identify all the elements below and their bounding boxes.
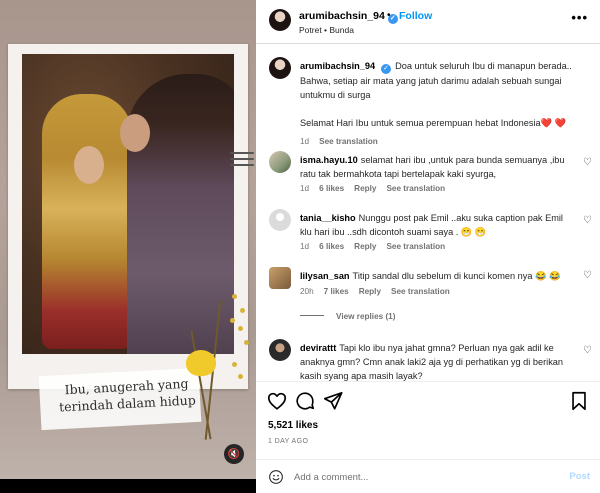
bride-face — [74, 146, 104, 184]
reply-button[interactable]: Reply — [359, 287, 381, 296]
post-date: 1 DAY AGO — [268, 438, 309, 445]
separator-dot: • — [387, 10, 391, 21]
comment-username[interactable]: lilysan_san — [300, 271, 350, 281]
comment-meta: 1d 6 likes Reply See translation — [300, 184, 455, 193]
view-replies-button[interactable]: View replies (1) — [300, 312, 395, 321]
author-avatar[interactable] — [269, 57, 291, 79]
comment-bubble-icon[interactable] — [294, 390, 316, 412]
comment-composer: Post — [256, 459, 600, 493]
comment-age: 20h — [300, 287, 314, 296]
likes-count[interactable]: 5,521 likes — [268, 420, 318, 431]
comment-text: isma.hayu.10 selamat hari ibu ,untuk para… — [300, 153, 576, 181]
comment-username[interactable]: tania__kisho — [300, 213, 356, 223]
caption-body-2: Selamat Hari Ibu untuk semua perempuan h… — [300, 118, 566, 128]
comment-likes[interactable]: 6 likes — [319, 242, 344, 251]
speaker-muted-icon: 🔇 — [227, 448, 241, 460]
comment-text: lilysan_san Titip sandal dlu sebelum di k… — [300, 269, 576, 283]
comment-body: Tapi klo ibu nya jahat gmna? Perluan nya… — [300, 343, 564, 381]
caption-age: 1d — [300, 137, 310, 146]
post-details-panel: arumibachsin_94 ✓ • Follow Potret • Bunda… — [256, 0, 600, 493]
comment-text: tania__kisho Nunggu post pak Emil ..aku s… — [300, 211, 576, 239]
comment-meta: 1d 6 likes Reply See translation — [300, 242, 455, 251]
commenter-avatar[interactable] — [269, 151, 291, 173]
like-heart-icon[interactable] — [266, 390, 288, 412]
verified-badge-icon: ✓ — [381, 64, 392, 74]
post-header: arumibachsin_94 ✓ • Follow Potret • Bunda… — [256, 0, 600, 44]
like-comment-heart-icon[interactable]: ♡ — [583, 345, 592, 356]
comments-list[interactable]: arumibachsin_94 ✓ Doa untuk seluruh Ibu di… — [256, 45, 600, 381]
add-comment-input[interactable] — [294, 468, 554, 486]
see-translation-link[interactable]: See translation — [319, 137, 378, 146]
comment-meta: 20h 7 likes Reply See translation — [300, 287, 460, 296]
comment-age: 1d — [300, 242, 310, 251]
share-plane-icon[interactable] — [322, 390, 344, 412]
see-translation-link[interactable]: See translation — [386, 242, 445, 251]
author-username[interactable]: arumibachsin_94 — [299, 10, 385, 22]
bride-figure — [42, 94, 132, 349]
location-line[interactable]: Potret • Bunda — [299, 25, 354, 35]
caption-username[interactable]: arumibachsin_94 — [300, 61, 375, 71]
follow-button[interactable]: Follow — [399, 10, 432, 22]
mute-button[interactable]: 🔇 — [224, 444, 244, 464]
comment-text: devirattt Tapi klo ibu nya jahat gmna? Pe… — [300, 341, 576, 381]
post-comment-button[interactable]: Post — [569, 471, 590, 482]
author-username-row: arumibachsin_94 ✓ — [299, 10, 398, 24]
action-bar — [256, 381, 600, 421]
post-image: Ibu, anugerah yang terindah dalam hidup — [0, 0, 256, 479]
emoji-icon[interactable] — [268, 469, 284, 485]
post-media[interactable]: Ibu, anugerah yang terindah dalam hidup … — [0, 0, 256, 493]
postmark-icon — [230, 148, 254, 176]
commenter-avatar[interactable] — [269, 339, 291, 361]
like-comment-heart-icon[interactable]: ♡ — [583, 157, 592, 168]
commenter-avatar[interactable] — [269, 267, 291, 289]
comment-username[interactable]: devirattt — [300, 343, 336, 353]
caption-text: arumibachsin_94 ✓ Doa untuk seluruh Ibu di… — [300, 59, 576, 130]
like-comment-heart-icon[interactable]: ♡ — [583, 215, 592, 226]
flowers-decoration — [172, 290, 252, 450]
comment-age: 1d — [300, 184, 310, 193]
comment-username[interactable]: isma.hayu.10 — [300, 155, 358, 165]
reply-button[interactable]: Reply — [354, 242, 376, 251]
see-translation-link[interactable]: See translation — [391, 287, 450, 296]
reply-button[interactable]: Reply — [354, 184, 376, 193]
more-options-icon[interactable]: ••• — [571, 10, 588, 25]
comment-likes[interactable]: 7 likes — [324, 287, 349, 296]
caption-meta: 1d See translation — [300, 137, 388, 146]
see-translation-link[interactable]: See translation — [386, 184, 445, 193]
save-bookmark-icon[interactable] — [568, 390, 590, 412]
commenter-avatar[interactable] — [269, 209, 291, 231]
author-avatar[interactable] — [269, 9, 291, 31]
comment-likes[interactable]: 6 likes — [319, 184, 344, 193]
like-comment-heart-icon[interactable]: ♡ — [583, 270, 592, 281]
comment-body: Titip sandal dlu sebelum di kunci komen … — [352, 271, 561, 281]
mother-face — [120, 114, 150, 152]
